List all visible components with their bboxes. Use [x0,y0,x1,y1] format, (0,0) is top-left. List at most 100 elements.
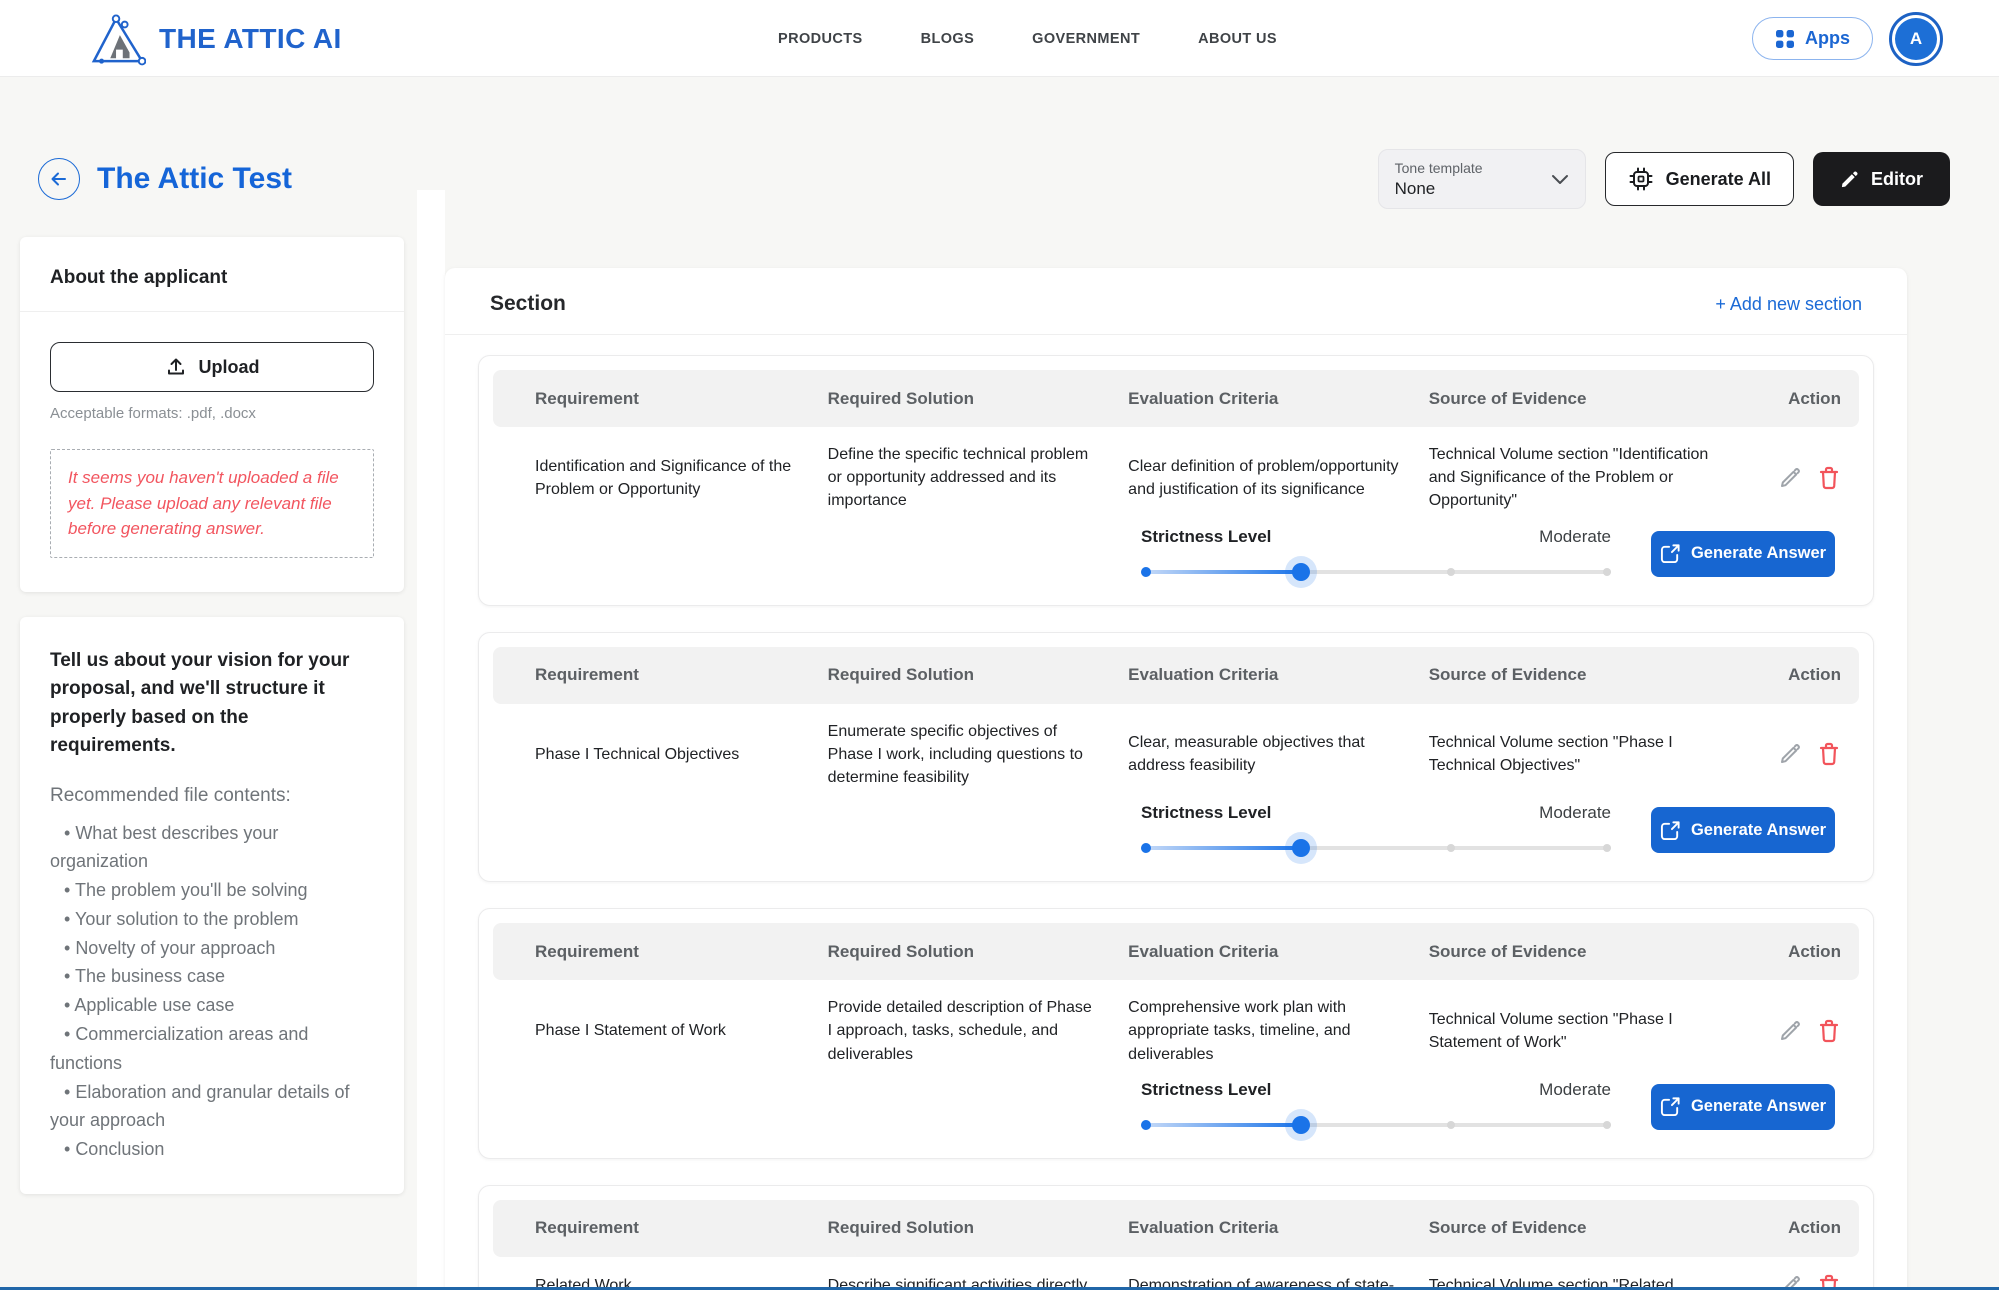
strictness-value: Moderate [1539,526,1611,546]
recommended-contents-label: Recommended file contents: [50,784,291,806]
action-cell [1763,741,1859,767]
strictness-block: Strictness Level Moderate [1141,1080,1611,1134]
strictness-slider[interactable] [1141,839,1611,858]
edit-button[interactable] [1779,1020,1801,1042]
trash-icon [1819,743,1839,766]
table-row: Related Work Describe significant activi… [493,1257,1859,1290]
export-arrow-icon [1660,543,1681,564]
header-actions: Tone template None Generate All Editor [1377,149,1950,209]
generate-answer-label: Generate Answer [1690,1097,1827,1116]
avatar-initial: A [1895,17,1937,60]
upload-button-label: Upload [198,356,260,377]
column-header-requirement: Requirement [535,388,639,408]
requirement-card: Requirement Required Solution Evaluation… [478,631,1874,883]
upload-icon [165,356,187,378]
list-item: Your solution to the problem [50,905,374,934]
pencil-icon [1840,170,1859,189]
generate-answer-button[interactable]: Generate Answer [1651,807,1835,854]
column-header-source-of-evidence: Source of Evidence [1428,388,1587,408]
section-header: Section + Add new section [445,268,1907,335]
slider-thumb[interactable] [1291,1115,1310,1134]
list-item: Applicable use case [50,991,374,1020]
slider-thumb[interactable] [1291,839,1310,858]
tone-template-value: None [1394,178,1436,198]
source-of-evidence-cell: Technical Volume section "Phase I Statem… [1428,1010,1673,1051]
column-header-required-solution: Required Solution [827,388,975,408]
column-header-action: Action [1788,665,1841,685]
strictness-slider[interactable] [1141,562,1611,581]
table-header-row: Requirement Required Solution Evaluation… [493,370,1859,427]
requirement-cell: Identification and Significance of the P… [535,457,792,498]
strictness-value: Moderate [1539,1079,1611,1099]
slider-fill [1141,569,1301,574]
table-row: Phase I Statement of Work Provide detail… [493,980,1859,1070]
tone-template-label: Tone template [1394,159,1483,176]
editor-button[interactable]: Editor [1813,152,1950,206]
nav-right: Apps A [1752,0,1943,77]
action-cell [1763,1018,1859,1044]
vision-heading: Tell us about your vision for your propo… [50,649,350,757]
edit-button[interactable] [1779,467,1801,489]
nav-link-blogs[interactable]: BLOGS [921,31,975,47]
column-header-source-of-evidence: Source of Evidence [1428,941,1587,961]
delete-button[interactable] [1817,465,1841,491]
required-solution-cell: Provide detailed description of Phase I … [827,999,1092,1063]
nav-link-about-us[interactable]: ABOUT US [1198,31,1277,47]
required-solution-cell: Enumerate specific objectives of Phase I… [827,722,1083,786]
delete-button[interactable] [1817,741,1841,767]
column-header-requirement: Requirement [535,1218,639,1238]
strictness-block: Strictness Level Moderate [1141,527,1611,581]
page-title: The Attic Test [97,162,293,195]
slider-start-dot [1141,566,1151,577]
strictness-slider[interactable] [1141,1115,1611,1134]
list-item: Conclusion [50,1135,374,1164]
slider-step-dot [1447,1120,1456,1129]
requirement-card: Requirement Required Solution Evaluation… [478,355,1874,606]
column-header-action: Action [1788,941,1841,961]
brand-logo[interactable]: THE ATTIC AI [88,0,342,77]
delete-button[interactable] [1817,1018,1841,1044]
column-header-action: Action [1788,388,1841,408]
strictness-label: Strictness Level [1141,526,1272,546]
required-solution-cell: Define the specific technical problem or… [827,446,1089,510]
apps-button[interactable]: Apps [1752,17,1873,60]
nav-link-government[interactable]: GOVERNMENT [1032,31,1140,47]
add-new-section-link[interactable]: + Add new section [1715,294,1862,315]
strictness-label: Strictness Level [1141,1079,1272,1099]
column-header-source-of-evidence: Source of Evidence [1428,1218,1587,1238]
strictness-row: Strictness Level Moderate Generate Answe… [493,1080,1859,1134]
apps-button-label: Apps [1805,28,1850,48]
source-of-evidence-cell: Technical Volume section "Identification… [1428,446,1709,510]
pencil-icon [1780,744,1800,764]
export-arrow-icon [1660,820,1681,841]
generate-answer-button[interactable]: Generate Answer [1651,530,1835,577]
slider-end-dot [1603,1120,1611,1129]
slider-fill [1141,1122,1301,1127]
editor-button-label: Editor [1871,168,1923,189]
generate-answer-button[interactable]: Generate Answer [1651,1083,1835,1130]
accepted-formats-note: Acceptable formats: .pdf, .docx [50,405,256,422]
nav-link-products[interactable]: PRODUCTS [778,31,863,47]
requirement-cards: Requirement Required Solution Evaluation… [445,335,1907,1290]
upload-button[interactable]: Upload [50,342,374,392]
slider-end-dot [1603,844,1611,853]
column-header-evaluation-criteria: Evaluation Criteria [1128,665,1279,685]
tone-template-select[interactable]: Tone template None [1377,149,1586,209]
generate-all-button[interactable]: Generate All [1604,152,1794,206]
generate-all-label: Generate All [1665,168,1771,189]
divider [20,311,404,312]
scrollbar-track[interactable] [417,190,445,1290]
back-button[interactable] [38,158,80,200]
avatar[interactable]: A [1889,11,1943,66]
list-item: The problem you'll be solving [50,876,374,905]
list-item: Novelty of your approach [50,934,374,963]
slider-thumb[interactable] [1291,562,1310,581]
generate-answer-label: Generate Answer [1690,820,1827,839]
column-header-source-of-evidence: Source of Evidence [1428,665,1587,685]
requirement-card: Requirement Required Solution Evaluation… [478,1184,1874,1290]
section-title: Section [490,292,566,315]
trash-icon [1819,1019,1839,1043]
edit-button[interactable] [1779,743,1801,765]
about-heading: About the applicant [50,267,228,288]
apps-grid-icon [1775,29,1795,49]
